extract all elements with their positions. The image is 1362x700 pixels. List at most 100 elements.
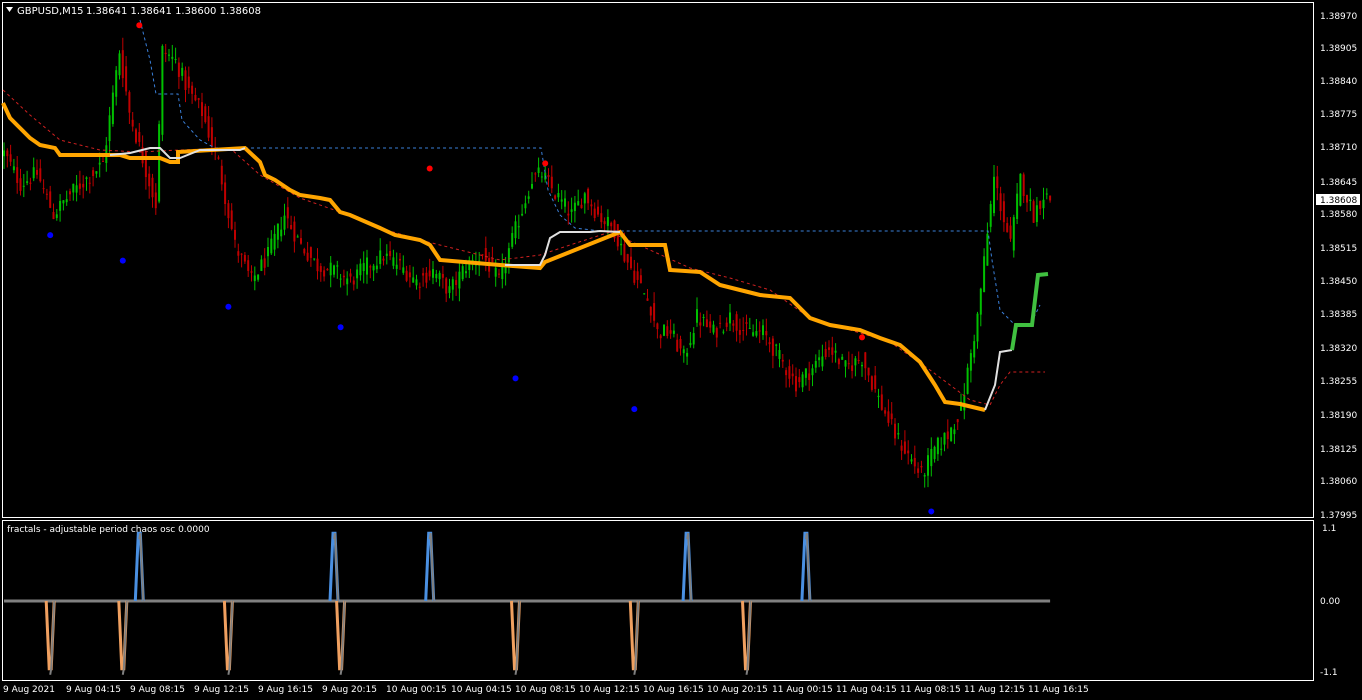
candle	[679, 335, 682, 356]
candle-body	[309, 247, 312, 258]
candle	[864, 351, 867, 381]
candle-body	[577, 201, 580, 206]
candle	[894, 418, 896, 446]
candle	[656, 322, 659, 339]
time-label: 9 Aug 16:15	[258, 685, 313, 695]
candle	[296, 234, 299, 238]
candle	[587, 187, 590, 210]
candle-body	[778, 350, 781, 359]
candle	[841, 353, 844, 360]
candle	[395, 252, 398, 276]
green-trend-line	[1010, 272, 1049, 351]
candle-body	[913, 457, 916, 467]
candle	[537, 157, 540, 178]
candle	[230, 203, 233, 231]
ohlc-readout: 1.38641 1.38641 1.38600 1.38608	[86, 6, 261, 17]
candle	[95, 171, 98, 178]
candle	[445, 277, 448, 303]
candle	[372, 263, 375, 281]
candle	[884, 407, 887, 417]
candle-body	[29, 182, 32, 184]
candle	[557, 183, 560, 202]
candle	[946, 419, 949, 449]
time-label: 10 Aug 20:15	[707, 685, 768, 695]
fractal-down-dot	[631, 406, 638, 413]
candle	[78, 170, 81, 196]
candle	[131, 112, 134, 132]
candle	[323, 266, 326, 282]
candle	[491, 246, 494, 263]
candle-body	[16, 167, 19, 183]
candle	[550, 165, 553, 194]
candle	[534, 172, 537, 182]
candle	[956, 418, 959, 430]
candle-body	[996, 176, 999, 189]
price-label: 1.38190	[1320, 411, 1357, 421]
candle-body	[923, 475, 926, 477]
candle	[392, 249, 395, 270]
candle-body	[227, 203, 230, 219]
candle-body	[950, 427, 953, 442]
candle-body	[795, 376, 797, 392]
candle-body	[722, 331, 725, 333]
candle-body	[3, 150, 5, 157]
candle-body	[517, 226, 520, 228]
candle-body	[369, 266, 372, 268]
candle	[273, 225, 276, 256]
candle	[138, 123, 141, 147]
candle-body	[128, 92, 131, 113]
candle	[316, 248, 319, 280]
candle	[88, 176, 91, 194]
candle-body	[111, 92, 114, 125]
candle	[141, 135, 144, 168]
candle-body	[1049, 195, 1052, 201]
candle	[993, 164, 995, 217]
candle	[326, 267, 329, 271]
candle-body	[798, 377, 801, 383]
price-label: 1.38515	[1320, 244, 1357, 254]
candle-body	[425, 272, 428, 283]
candle	[448, 278, 451, 299]
candle-body	[590, 204, 593, 207]
candle	[917, 462, 920, 478]
candle	[65, 190, 68, 206]
time-label: 11 Aug 12:15	[964, 685, 1025, 695]
candle	[237, 243, 240, 263]
oscillator-label: 1.1	[1322, 524, 1336, 534]
candle	[696, 297, 698, 327]
candle-body	[161, 45, 164, 135]
candle-body	[349, 273, 352, 277]
candle	[804, 368, 807, 386]
candle	[39, 159, 42, 183]
candle	[580, 198, 583, 209]
candle-body	[59, 200, 62, 211]
candle-body	[313, 258, 316, 260]
candle	[181, 62, 184, 81]
candle	[451, 276, 454, 301]
candle-body	[719, 322, 722, 324]
candle	[900, 439, 903, 460]
candle-body	[573, 202, 576, 212]
candle	[234, 221, 236, 248]
oscillator-label: -1.1	[1320, 668, 1338, 678]
candle	[966, 363, 969, 395]
candle-body	[725, 322, 728, 327]
candle	[983, 248, 986, 293]
candle-body	[867, 367, 870, 376]
candle	[989, 200, 992, 233]
white-trend-line-3	[984, 349, 1013, 411]
candle	[1049, 195, 1052, 203]
candle-body	[366, 257, 368, 275]
candle	[217, 155, 220, 160]
symbol-dropdown-icon[interactable]	[6, 7, 13, 12]
time-label: 10 Aug 08:15	[515, 685, 576, 695]
candle	[808, 361, 811, 391]
candle	[814, 354, 817, 373]
indicator-dashed-lines	[2, 19, 1045, 406]
candle	[405, 265, 408, 283]
candle-body	[884, 410, 887, 414]
candle	[3, 142, 5, 169]
trading-chart[interactable]: GBPUSD,M15 1.38641 1.38641 1.38600 1.386…	[0, 0, 1362, 700]
candle	[108, 106, 111, 153]
candle	[164, 43, 167, 63]
